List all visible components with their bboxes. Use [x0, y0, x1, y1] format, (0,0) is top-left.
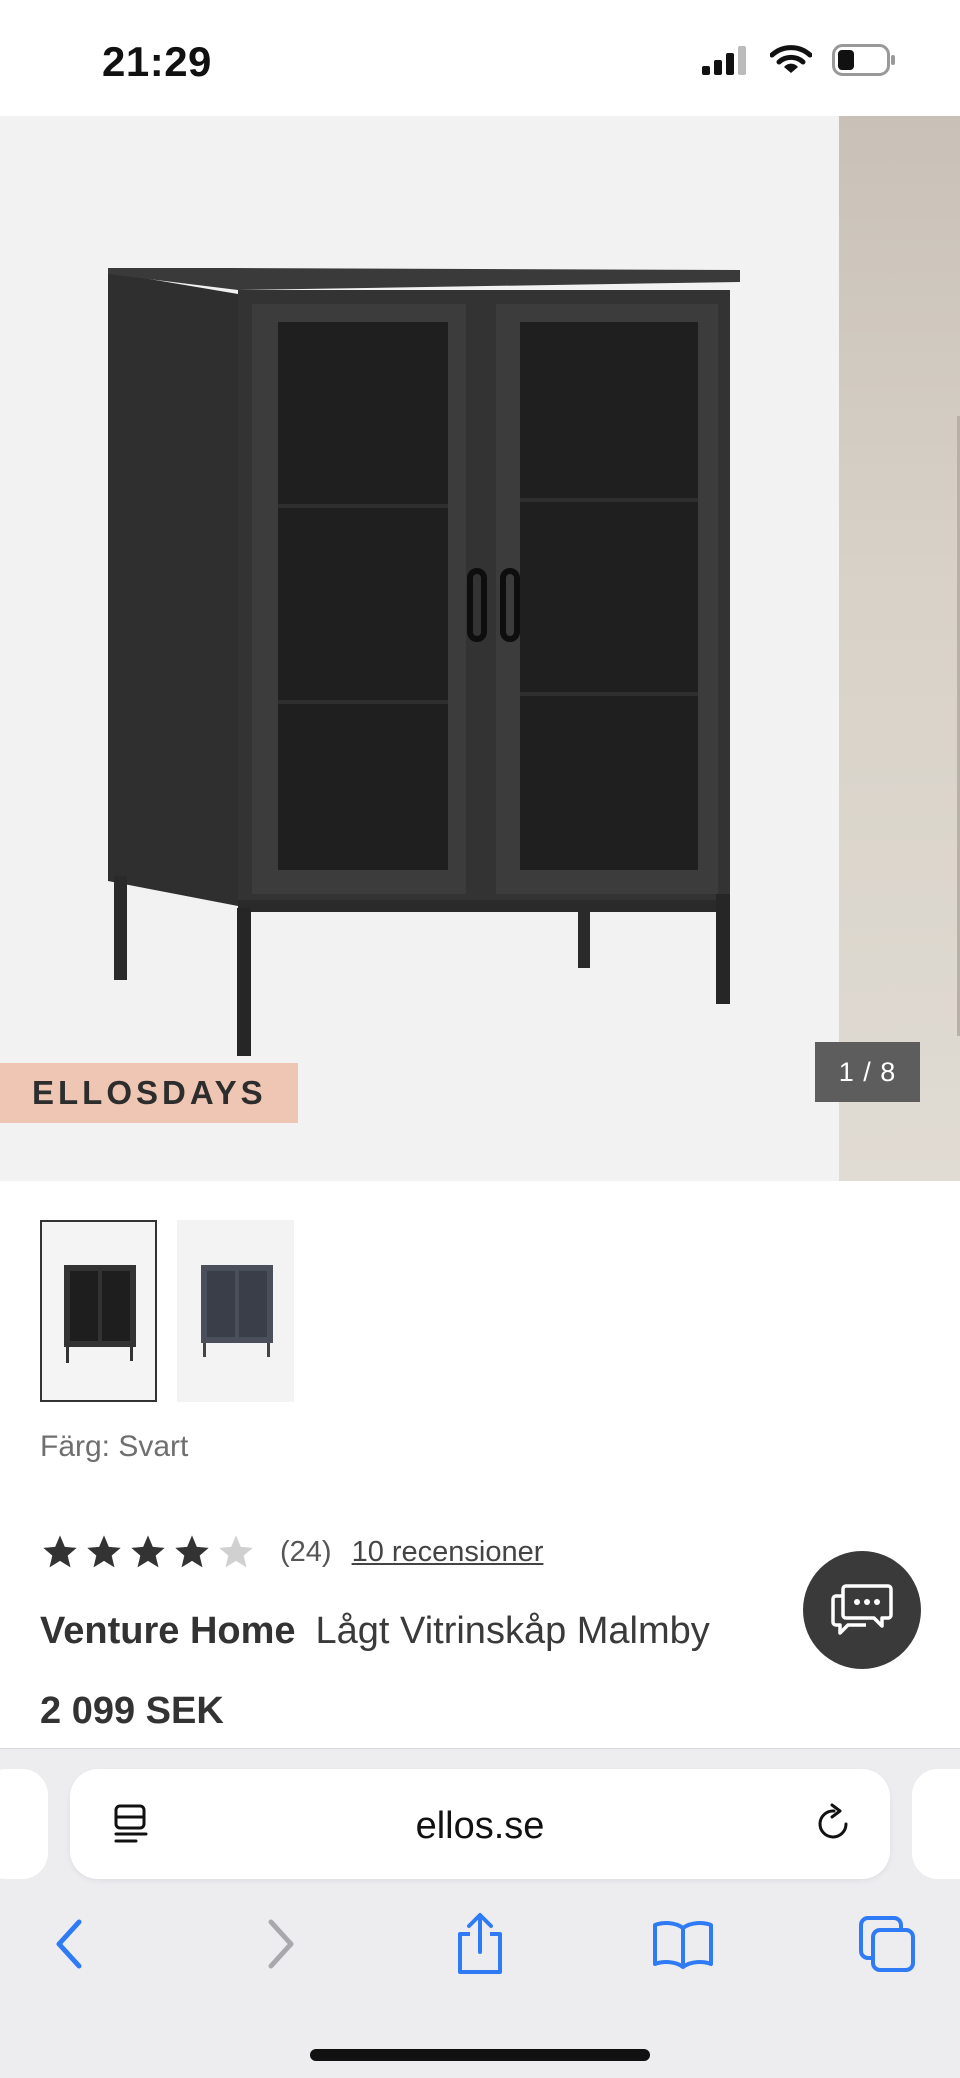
rating-row: (24) 10 recensioner	[40, 1528, 543, 1576]
promo-badge: ELLOSDAYS	[0, 1063, 298, 1123]
star-rating	[40, 1532, 256, 1572]
chat-button[interactable]	[803, 1551, 921, 1669]
product-brand[interactable]: Venture Home	[40, 1610, 296, 1652]
share-button[interactable]	[445, 1909, 515, 1979]
reload-icon[interactable]	[812, 1802, 856, 1851]
star-filled-icon	[87, 1535, 121, 1568]
thumbnail-grey[interactable]	[177, 1220, 294, 1402]
product-price: 2 099 SEK	[40, 1690, 224, 1732]
browser-toolbar	[0, 1899, 960, 1989]
rating-count: (24)	[280, 1535, 332, 1568]
status-time: 21:29	[102, 38, 212, 85]
battery-icon	[832, 44, 896, 81]
previous-tab-peek[interactable]	[0, 1769, 48, 1879]
tabs-icon	[859, 1916, 915, 1972]
next-image-peek[interactable]	[839, 116, 960, 1181]
star-filled-icon	[43, 1535, 77, 1568]
forward-button[interactable]	[244, 1909, 314, 1979]
thumbnail-black-image	[63, 1265, 136, 1363]
chat-icon	[831, 1584, 893, 1635]
star-filled-icon	[175, 1535, 209, 1568]
tabs-button[interactable]	[852, 1909, 922, 1979]
product-name: Lågt Vitrinskåp Malmby	[315, 1610, 710, 1652]
url-text: ellos.se	[415, 1805, 545, 1847]
star-filled-icon	[131, 1535, 165, 1568]
share-icon	[458, 1913, 502, 1974]
product-image-gallery[interactable]: ELLOSDAYS 1 / 8	[0, 116, 960, 1181]
home-indicator	[310, 2049, 650, 2061]
color-label: Färg: Svart	[40, 1430, 189, 1463]
back-icon	[56, 1919, 82, 1969]
thumbnail-grey-image	[200, 1265, 273, 1357]
status-bar: 21:29	[0, 0, 960, 116]
product-image	[108, 268, 740, 1056]
star-empty-icon	[219, 1535, 253, 1568]
wifi-icon	[769, 45, 813, 80]
back-button[interactable]	[36, 1909, 106, 1979]
status-icons	[702, 44, 896, 81]
bookmarks-icon	[653, 1921, 713, 1969]
image-counter: 1 / 8	[815, 1042, 920, 1102]
forward-icon	[268, 1919, 294, 1969]
thumbnail-black[interactable]	[40, 1220, 157, 1402]
next-tab-peek[interactable]	[912, 1769, 960, 1879]
browser-chrome: ellos.se	[0, 1748, 960, 2078]
bookmarks-button[interactable]	[648, 1909, 718, 1979]
address-bar[interactable]: ellos.se	[70, 1769, 890, 1879]
reviews-link[interactable]: 10 recensioner	[352, 1536, 544, 1569]
signal-icon	[702, 45, 750, 80]
product-title: Venture Home Lågt Vitrinskåp Malmby	[40, 1610, 710, 1653]
thumbnail-strip	[40, 1220, 294, 1402]
